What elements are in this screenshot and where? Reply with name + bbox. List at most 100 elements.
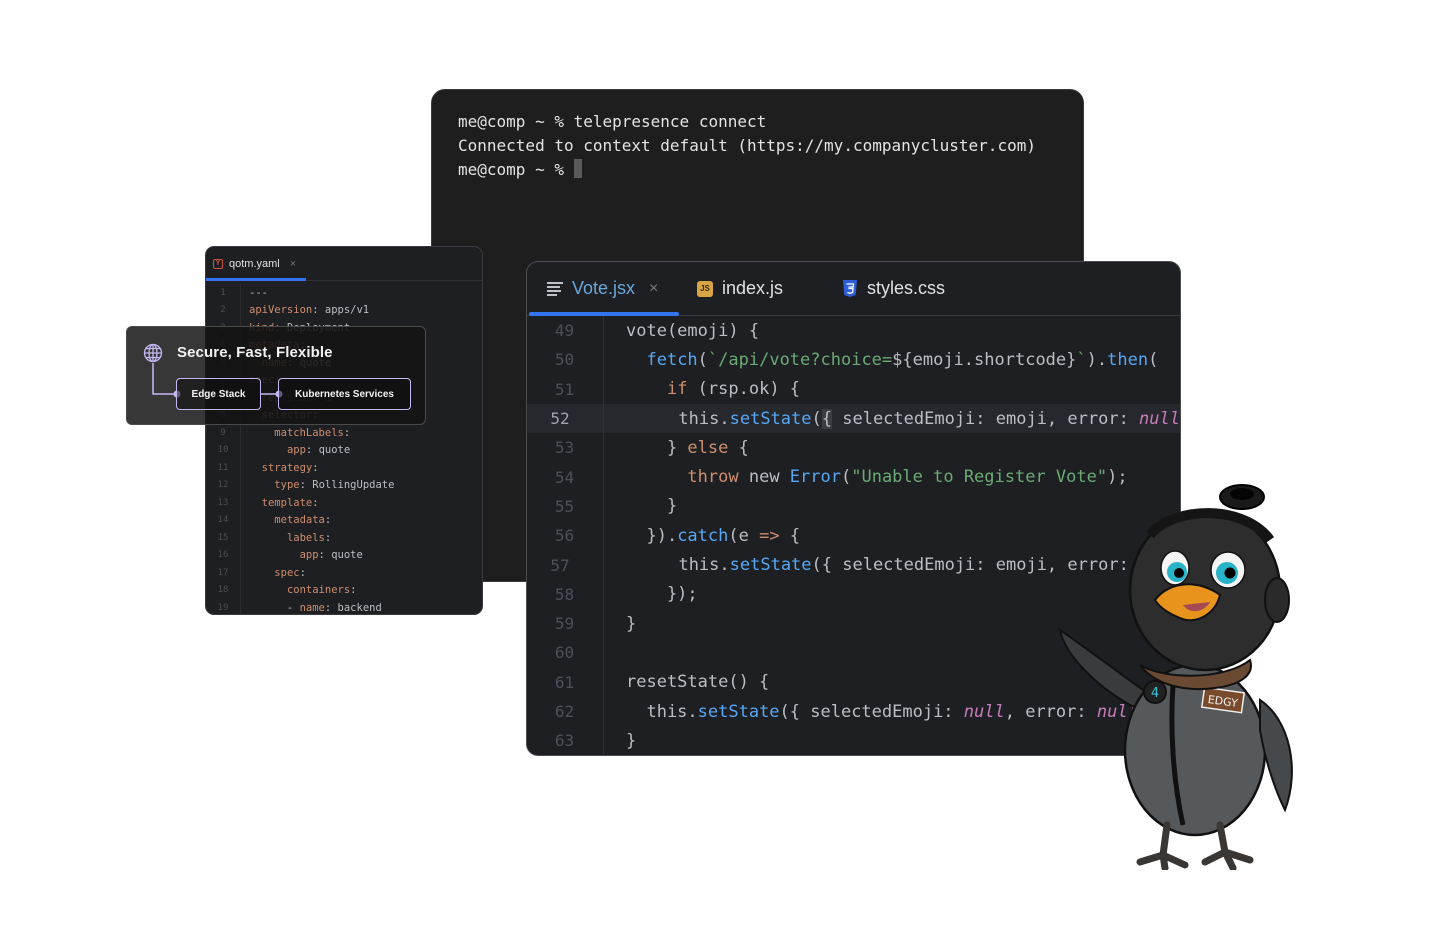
yaml-code-line: 1 ---	[206, 284, 482, 302]
close-icon[interactable]: ×	[290, 258, 296, 270]
yaml-file-icon: Y	[213, 258, 223, 269]
tab-label: Vote.jsx	[572, 278, 636, 298]
node-edge-stack: Edge Stack	[176, 378, 261, 410]
yaml-editor-window: Y qotm.yaml × 1---2apiVersion: apps/v13k…	[205, 246, 483, 615]
mascot-patch-text: 4	[1151, 686, 1159, 701]
mascot-wing-left	[1058, 627, 1152, 708]
gutter-divider	[240, 494, 241, 512]
code-token: }	[626, 730, 637, 751]
yaml-key: spec	[274, 566, 300, 579]
terminal-prompt[interactable]: me@comp ~ %	[458, 158, 1057, 182]
line-number: 59	[554, 614, 575, 634]
code-token: (	[811, 408, 822, 429]
line-number: 58	[554, 584, 575, 604]
code-token: `	[1076, 349, 1087, 370]
code-text: if (rsp.ok) {	[602, 379, 800, 399]
tab-index-js[interactable]: JS index.js	[697, 262, 783, 315]
close-icon[interactable]: ×	[649, 280, 658, 298]
yaml-key: app	[286, 444, 306, 457]
yaml-code-text: apiVersion: apps/v1	[249, 304, 370, 317]
yaml-key: name	[299, 601, 325, 614]
code-token: ).	[1086, 349, 1108, 370]
yaml-code-text: template:	[261, 496, 319, 509]
terminal-line: Connected to context default (https://my…	[458, 136, 1036, 155]
yaml-value: RollingUpdate	[312, 479, 395, 492]
yaml-code-line: 9 matchLabels:	[206, 424, 482, 442]
tab-styles-css[interactable]: styles.css	[842, 262, 945, 315]
line-number: 19	[217, 602, 229, 613]
yaml-code-line: 12 type: RollingUpdate	[206, 476, 482, 494]
code-token: setState	[697, 701, 780, 722]
code-token: (	[840, 467, 852, 488]
yaml-code-line: 2 apiVersion: apps/v1	[206, 301, 482, 319]
code-token: then	[1107, 349, 1149, 370]
gutter-divider	[603, 403, 604, 434]
code-text: throw new Error("Unable to Register Vote…	[602, 467, 1127, 488]
yaml-key: labels	[286, 531, 325, 544]
code-token: else	[687, 437, 729, 458]
code-token: this.	[626, 701, 698, 722]
code-token: {	[728, 437, 749, 458]
code-token: null	[963, 701, 1005, 722]
line-number: 11	[217, 462, 229, 473]
gutter-divider	[240, 564, 241, 582]
line-number: 50	[554, 350, 575, 370]
yaml-key: app	[299, 549, 319, 562]
code-line: 49 vote(emoji) {	[527, 316, 1180, 346]
yaml-code-text: type: RollingUpdate	[274, 479, 395, 492]
gutter-divider	[240, 546, 241, 564]
mascot-bird-illustration: EDGY 4	[1058, 484, 1293, 870]
gutter-divider	[603, 667, 604, 697]
code-token: new	[738, 467, 790, 488]
gutter-divider	[603, 462, 604, 492]
line-number: 15	[217, 532, 229, 543]
yaml-value: apps/v1	[324, 304, 370, 317]
tab-label: styles.css	[867, 278, 946, 298]
line-number: 9	[220, 427, 226, 438]
globe-icon	[143, 343, 163, 363]
gutter-divider	[240, 441, 241, 459]
line-number: 10	[217, 445, 229, 456]
tab-label: qotm.yaml	[229, 257, 280, 270]
line-number: 55	[554, 496, 575, 516]
line-number: 16	[217, 550, 229, 561]
editor-tab-bar: Vote.jsx × JS index.js styles.css	[527, 262, 1180, 316]
line-number: 63	[554, 731, 575, 751]
lines-icon	[547, 281, 563, 296]
tab-qotm-yaml[interactable]: Y qotm.yaml ×	[213, 247, 304, 280]
terminal-cursor	[573, 159, 582, 178]
line-number: 61	[554, 672, 575, 692]
gutter-divider	[240, 476, 241, 494]
tab-vote-jsx[interactable]: Vote.jsx ×	[547, 262, 658, 315]
gutter-divider	[240, 424, 241, 442]
line-number: 62	[554, 702, 575, 721]
code-token: (	[1148, 349, 1159, 370]
code-token: if	[666, 379, 688, 400]
node-kubernetes-services: Kubernetes Services	[278, 378, 411, 410]
current-code-line: 52 this.setState({ selectedEmoji: emoji,…	[527, 403, 1180, 434]
code-token: null	[1139, 408, 1180, 429]
yaml-code-line: 18 containers:	[206, 581, 482, 599]
yaml-code-text: strategy:	[261, 461, 319, 474]
line-number: 49	[554, 321, 575, 341]
yaml-value: ---	[249, 286, 268, 299]
code-text: vote(emoji) {	[602, 321, 759, 341]
yaml-key: template	[261, 496, 313, 509]
code-text: fetch(`/api/vote?choice=${emoji.shortcod…	[602, 350, 1158, 370]
yaml-code-text: ---	[249, 287, 268, 299]
gutter-divider	[240, 284, 241, 302]
code-token: setState	[729, 555, 812, 576]
code-token: this.	[617, 555, 730, 576]
tab-label: index.js	[722, 278, 784, 298]
code-token: }).	[626, 525, 678, 546]
code-token: this.	[617, 408, 730, 429]
gutter-divider	[603, 521, 604, 551]
yaml-code-line: 15 labels:	[206, 529, 482, 547]
gutter-divider	[603, 696, 604, 727]
gutter-divider	[240, 599, 241, 614]
yaml-value: backend	[337, 601, 382, 614]
line-number: 18	[217, 585, 229, 596]
yaml-code-text: app: quote	[286, 444, 351, 457]
